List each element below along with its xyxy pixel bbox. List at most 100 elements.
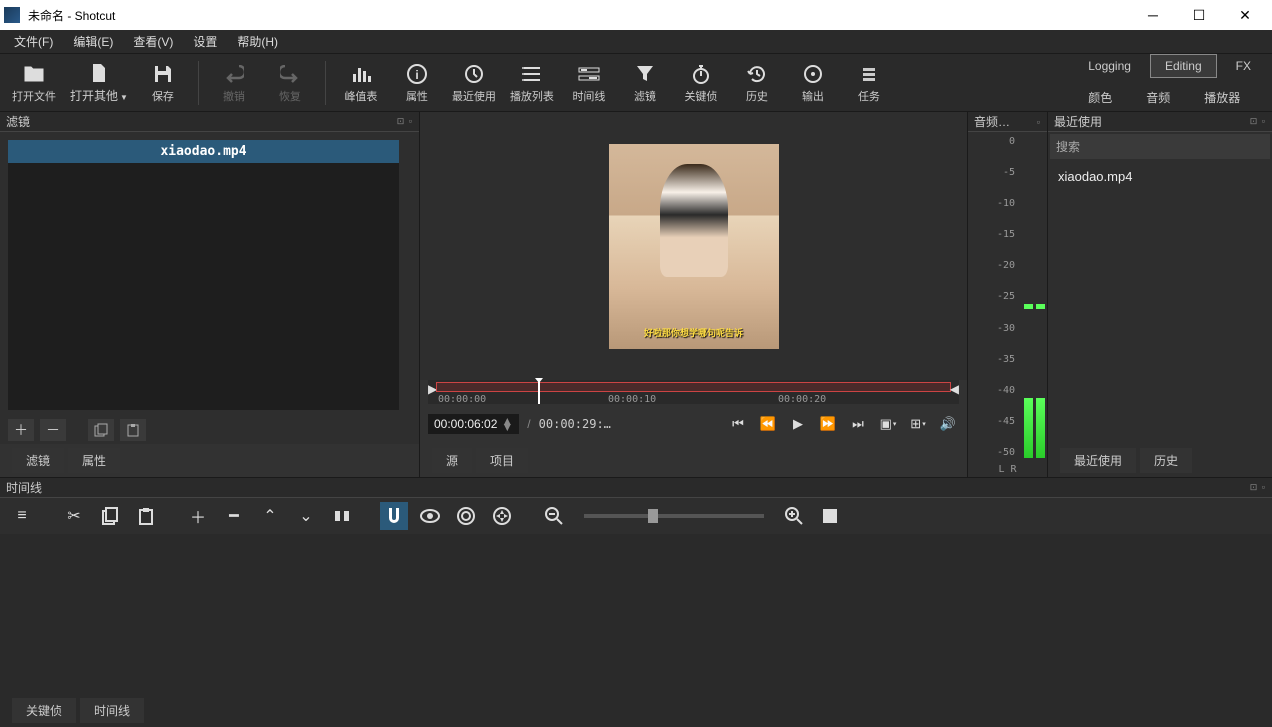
title-bar: 未命名 - Shotcut ─ ☐ ✕ (0, 0, 1272, 30)
scrubber[interactable]: ▶ 00:00:00 00:00:10 00:00:20 ◀ (428, 380, 959, 404)
menu-settings[interactable]: 设置 (183, 30, 227, 53)
menu-file[interactable]: 文件(F) (4, 30, 63, 53)
menu-edit[interactable]: 编辑(E) (63, 30, 123, 53)
out-point-icon[interactable]: ◀ (950, 382, 959, 396)
app-icon (4, 7, 20, 23)
bars-icon (351, 62, 371, 86)
recent-button[interactable]: 最近使用 (446, 56, 502, 110)
keyframes-button[interactable]: 关键侦 (674, 56, 728, 110)
save-button[interactable]: 保存 (136, 56, 190, 110)
overwrite-button[interactable] (328, 502, 356, 530)
remove-filter-button[interactable]: － (40, 419, 66, 441)
playlist-button[interactable]: 播放列表 (504, 56, 560, 110)
timeline-menu-button[interactable]: ≡ (8, 502, 36, 530)
jobs-button[interactable]: 任务 (842, 56, 896, 110)
history-button[interactable]: 历史 (730, 56, 784, 110)
meter-lr-label: L R (968, 462, 1047, 477)
transport-controls: 00:00:06:02 ▲▼ / 00:00:29:… ⏮ ⏪ ▶ ⏩ ⏭ ▣▾… (420, 408, 967, 440)
skip-start-button[interactable]: ⏮ (727, 413, 749, 435)
timeline-toolbar: ≡ ✂ ＋ ━ ⌃ ⌄ (0, 498, 1272, 534)
maximize-button[interactable]: ☐ (1176, 0, 1222, 30)
remove-button[interactable]: ━ (220, 502, 248, 530)
scrub-audio-button[interactable] (416, 502, 444, 530)
minimize-button[interactable]: ─ (1130, 0, 1176, 30)
grid-button[interactable]: ⊞▾ (907, 413, 929, 435)
menu-view[interactable]: 查看(V) (123, 30, 183, 53)
tab-timeline-bottom[interactable]: 时间线 (80, 698, 144, 723)
ripple-button[interactable] (452, 502, 480, 530)
open-other-button[interactable]: 打开其他▼ (64, 56, 134, 110)
tab-history[interactable]: 历史 (1140, 448, 1192, 473)
redo-button[interactable]: 恢复 (263, 56, 317, 110)
funnel-icon (636, 62, 654, 86)
copy-button[interactable] (96, 502, 124, 530)
stopwatch-icon (691, 62, 711, 86)
zoom-fit-timeline-button[interactable] (816, 502, 844, 530)
zoom-fit-button[interactable]: ▣▾ (877, 413, 899, 435)
snap-button[interactable] (380, 502, 408, 530)
peak-meter-button[interactable]: 峰值表 (334, 56, 388, 110)
append-button[interactable]: ＋ (184, 502, 212, 530)
mode-player[interactable]: 播放器 (1189, 84, 1255, 111)
mode-logging[interactable]: Logging (1073, 54, 1146, 78)
menu-bar: 文件(F) 编辑(E) 查看(V) 设置 帮助(H) (0, 30, 1272, 54)
recent-search-input[interactable]: 搜索 (1050, 134, 1270, 159)
tab-keyframes-bottom[interactable]: 关键侦 (12, 698, 76, 723)
mode-fx[interactable]: FX (1221, 54, 1266, 78)
video-frame: 好啦那你想学哪句呢告诉 (609, 144, 779, 349)
copy-filter-button[interactable] (88, 419, 114, 441)
video-subtitle: 好啦那你想学哪句呢告诉 (609, 326, 779, 339)
menu-help[interactable]: 帮助(H) (227, 30, 288, 53)
tab-source[interactable]: 源 (432, 448, 472, 473)
paste-button[interactable] (132, 502, 160, 530)
mode-color[interactable]: 颜色 (1073, 84, 1127, 111)
redo-icon (280, 62, 300, 86)
timeline-button[interactable]: 时间线 (562, 56, 616, 110)
volume-button[interactable]: 🔊 (937, 413, 959, 435)
mode-audio[interactable]: 音频 (1131, 84, 1185, 111)
undo-icon (224, 62, 244, 86)
tab-properties[interactable]: 属性 (68, 448, 120, 473)
close-button[interactable]: ✕ (1222, 0, 1268, 30)
cut-button[interactable]: ✂ (60, 502, 88, 530)
paste-filter-button[interactable] (120, 419, 146, 441)
fast-forward-button[interactable]: ⏩ (817, 413, 839, 435)
panel-menu-icon[interactable]: ⊡ ▫ (397, 116, 413, 127)
filter-list[interactable] (8, 163, 399, 410)
history-icon (747, 62, 767, 86)
recent-item[interactable]: xiaodao.mp4 (1050, 163, 1270, 190)
tab-project[interactable]: 项目 (476, 448, 528, 473)
filters-panel: 滤镜 ⊡ ▫ xiaodao.mp4 ＋ － 滤镜 属性 (0, 112, 420, 477)
undo-button[interactable]: 撤销 (207, 56, 261, 110)
zoom-slider[interactable] (584, 514, 764, 518)
filter-source-file[interactable]: xiaodao.mp4 (8, 140, 399, 163)
open-file-button[interactable]: 打开文件 (6, 56, 62, 110)
recent-list: xiaodao.mp4 (1048, 161, 1272, 444)
filters-button[interactable]: 滤镜 (618, 56, 672, 110)
audio-meter: 0 -5 -10 -15 -20 -25 -30 -35 -40 -45 -50 (968, 132, 1047, 462)
mode-editing[interactable]: Editing (1150, 54, 1217, 78)
export-button[interactable]: 输出 (786, 56, 840, 110)
tab-recent[interactable]: 最近使用 (1060, 448, 1136, 473)
timecode-input[interactable]: 00:00:06:02 ▲▼ (428, 414, 519, 434)
properties-button[interactable]: i 属性 (390, 56, 444, 110)
timeline-panel: 时间线⊡ ▫ ≡ ✂ ＋ ━ ⌃ ⌄ 关键侦 时间线 (0, 477, 1272, 727)
playhead[interactable] (538, 380, 540, 404)
save-icon (153, 62, 173, 86)
folder-icon (23, 62, 45, 86)
zoom-out-button[interactable] (540, 502, 568, 530)
timeline-tracks[interactable] (0, 534, 1272, 694)
rewind-button[interactable]: ⏪ (757, 413, 779, 435)
zoom-in-button[interactable] (780, 502, 808, 530)
recent-panel: 最近使用⊡ ▫ 搜索 xiaodao.mp4 最近使用 历史 (1047, 112, 1272, 477)
insert-button[interactable]: ⌄ (292, 502, 320, 530)
play-button[interactable]: ▶ (787, 413, 809, 435)
skip-end-button[interactable]: ⏭ (847, 413, 869, 435)
audio-meter-panel: 音频…▫ 0 -5 -10 -15 -20 -25 -30 -35 -40 -4… (967, 112, 1047, 477)
tab-filters[interactable]: 滤镜 (12, 448, 64, 473)
add-filter-button[interactable]: ＋ (8, 419, 34, 441)
disc-icon (803, 62, 823, 86)
video-preview[interactable]: 好啦那你想学哪句呢告诉 (420, 112, 967, 380)
lift-button[interactable]: ⌃ (256, 502, 284, 530)
ripple-all-button[interactable] (488, 502, 516, 530)
